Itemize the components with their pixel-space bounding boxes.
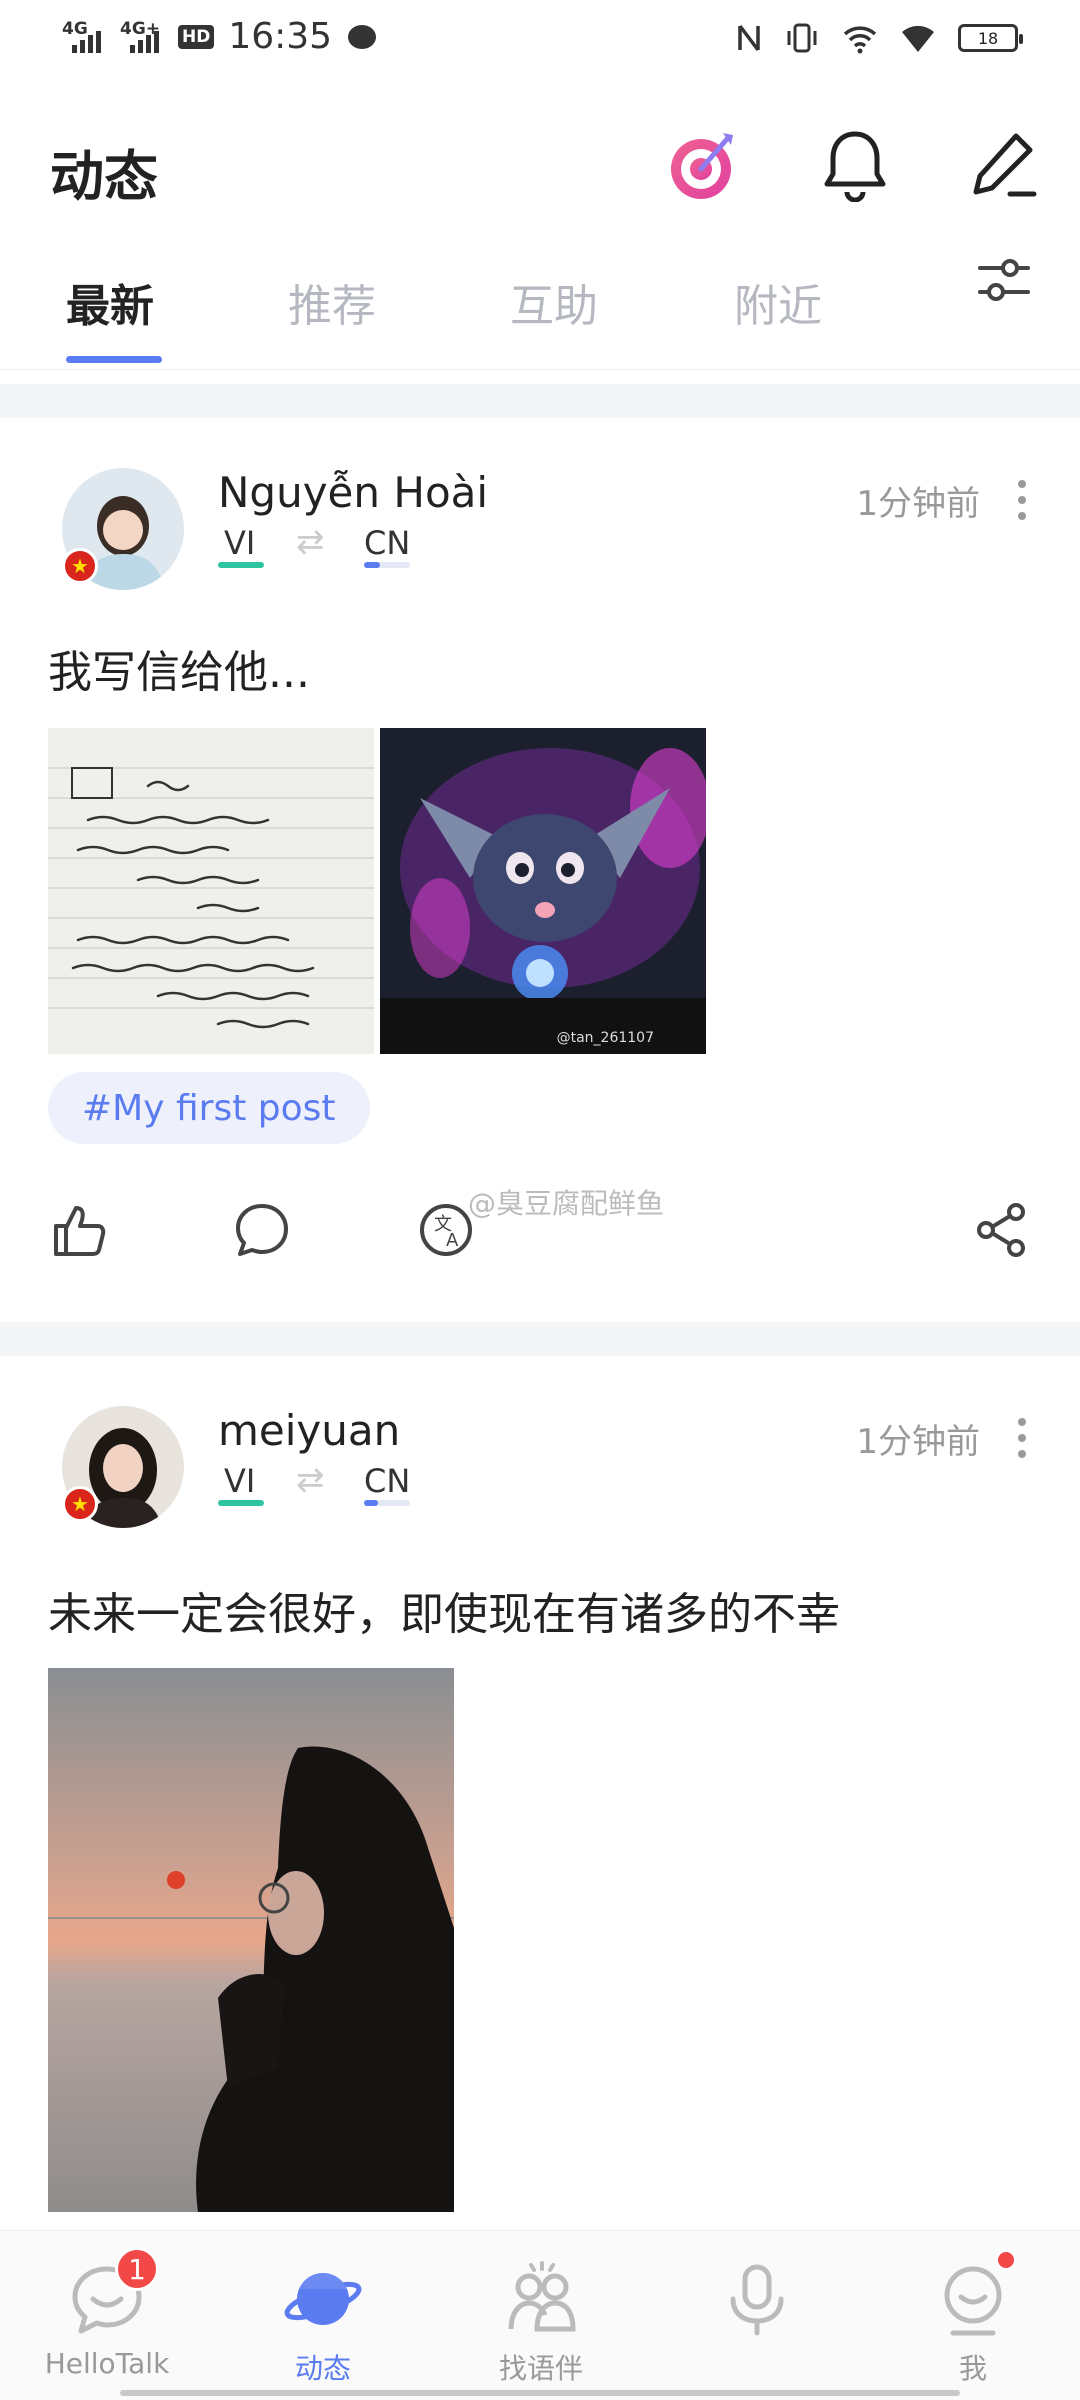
hd-icon: HD — [178, 24, 215, 49]
post-time: 1分钟前 — [856, 484, 980, 524]
edit-icon[interactable] — [960, 120, 1050, 210]
wifi-icon — [902, 25, 934, 52]
tab-latest[interactable]: 最新 — [66, 270, 154, 334]
post-time: 1分钟前 — [856, 1422, 980, 1462]
feed-separator — [0, 384, 1080, 418]
post-card[interactable]: ★ Nguyễn Hoài VI ⇄ CN 1分钟前 我写信给他... @tan… — [0, 418, 1080, 1318]
country-flag-icon: ★ — [62, 1486, 98, 1522]
target-icon[interactable] — [660, 120, 750, 210]
battery-icon: 18 — [958, 24, 1023, 52]
tab-recommended[interactable]: 推荐 — [288, 270, 376, 334]
nav-label: HelloTalk — [44, 2347, 170, 2380]
unread-badge: 1 — [115, 2247, 159, 2291]
swap-icon: ⇄ — [296, 522, 325, 562]
native-language-bar — [218, 1500, 264, 1506]
native-language-label: VI — [224, 524, 256, 562]
planet-icon — [283, 2259, 363, 2339]
comment-icon[interactable] — [232, 1200, 292, 1260]
anime-character-photo[interactable]: @tan_261107 — [380, 728, 706, 1054]
post-text: 我写信给他... — [48, 647, 310, 698]
learning-language-bar — [364, 562, 410, 568]
share-icon[interactable] — [972, 1200, 1032, 1260]
tab-mutual-help[interactable]: 互助 — [510, 270, 598, 334]
svg-text:A: A — [446, 1230, 459, 1251]
handwritten-letter-photo[interactable] — [48, 728, 374, 1054]
nav-me[interactable]: 我 — [898, 2249, 1048, 2387]
watermark: @臭豆腐配鲜鱼 — [468, 1187, 665, 1220]
post-text: 未来一定会很好，即使现在有诸多的不幸 — [48, 1589, 840, 1640]
learning-language-progress — [364, 562, 380, 568]
username[interactable]: Nguyễn Hoài — [218, 468, 488, 517]
find-partner-icon — [501, 2259, 581, 2339]
feed-tabs: 最新 推荐 互助 附近 — [0, 250, 1080, 370]
profile-icon — [933, 2249, 1017, 2339]
more-options-icon[interactable] — [1018, 1418, 1028, 1458]
like-icon[interactable] — [48, 1200, 108, 1260]
image-caption: @tan_261107 — [556, 1030, 654, 1046]
native-language-label: VI — [224, 1462, 256, 1500]
learning-language-label: CN — [364, 524, 411, 562]
nav-label: 我 — [958, 2352, 987, 2385]
hashtag-chip[interactable]: #My first post — [48, 1072, 370, 1144]
native-language-bar — [218, 562, 264, 568]
learning-language-label: CN — [364, 1462, 411, 1500]
nav-moments[interactable]: 动态 — [248, 2259, 398, 2387]
chat-bubble-icon: 1 — [67, 2247, 159, 2339]
nav-label: 找语伴 — [498, 2352, 583, 2385]
status-bar: 4G 4G+ HD 16:35 18 — [0, 0, 1080, 80]
nav-voice[interactable] — [682, 2259, 832, 2347]
home-indicator[interactable] — [120, 2390, 960, 2396]
active-tab-indicator — [66, 356, 162, 363]
microphone-icon — [717, 2259, 797, 2339]
wifi-calling-icon — [843, 26, 877, 54]
post-card[interactable]: ★ meiyuan VI ⇄ CN 1分钟前 未来一定会很好，即使现在有诸多的不… — [0, 1356, 1080, 2230]
country-flag-icon: ★ — [62, 548, 98, 584]
more-options-icon[interactable] — [1018, 480, 1028, 520]
signal-icon: 4G — [62, 17, 110, 57]
filter-icon[interactable] — [974, 250, 1034, 310]
username[interactable]: meiyuan — [218, 1406, 400, 1455]
message-notification-icon — [348, 24, 377, 49]
tab-nearby[interactable]: 附近 — [734, 270, 822, 334]
swap-icon: ⇄ — [296, 1460, 325, 1500]
nav-find-partner[interactable]: 找语伴 — [466, 2259, 616, 2387]
signal-icon-2: 4G+ — [120, 17, 168, 57]
learning-language-bar — [364, 1500, 410, 1506]
learning-language-progress — [364, 1500, 378, 1506]
clock: 16:35 — [228, 16, 333, 57]
app-header: 动态 — [0, 90, 1080, 250]
battery-level: 18 — [977, 28, 999, 48]
feed-separator-2 — [0, 1322, 1080, 1356]
notification-dot — [995, 2249, 1017, 2271]
sunset-girl-photo[interactable] — [48, 1668, 454, 2212]
bell-icon[interactable] — [810, 120, 900, 210]
vibrate-icon — [787, 23, 817, 53]
translate-icon[interactable]: 文 A — [416, 1200, 476, 1260]
nav-hellotalk[interactable]: 1 HelloTalk — [32, 2247, 182, 2380]
nfc-icon — [738, 24, 760, 52]
bottom-nav: 1 HelloTalk 动态 找语伴 我 — [0, 2230, 1080, 2400]
nav-label: 动态 — [294, 2352, 351, 2385]
page-title: 动态 — [50, 145, 158, 208]
